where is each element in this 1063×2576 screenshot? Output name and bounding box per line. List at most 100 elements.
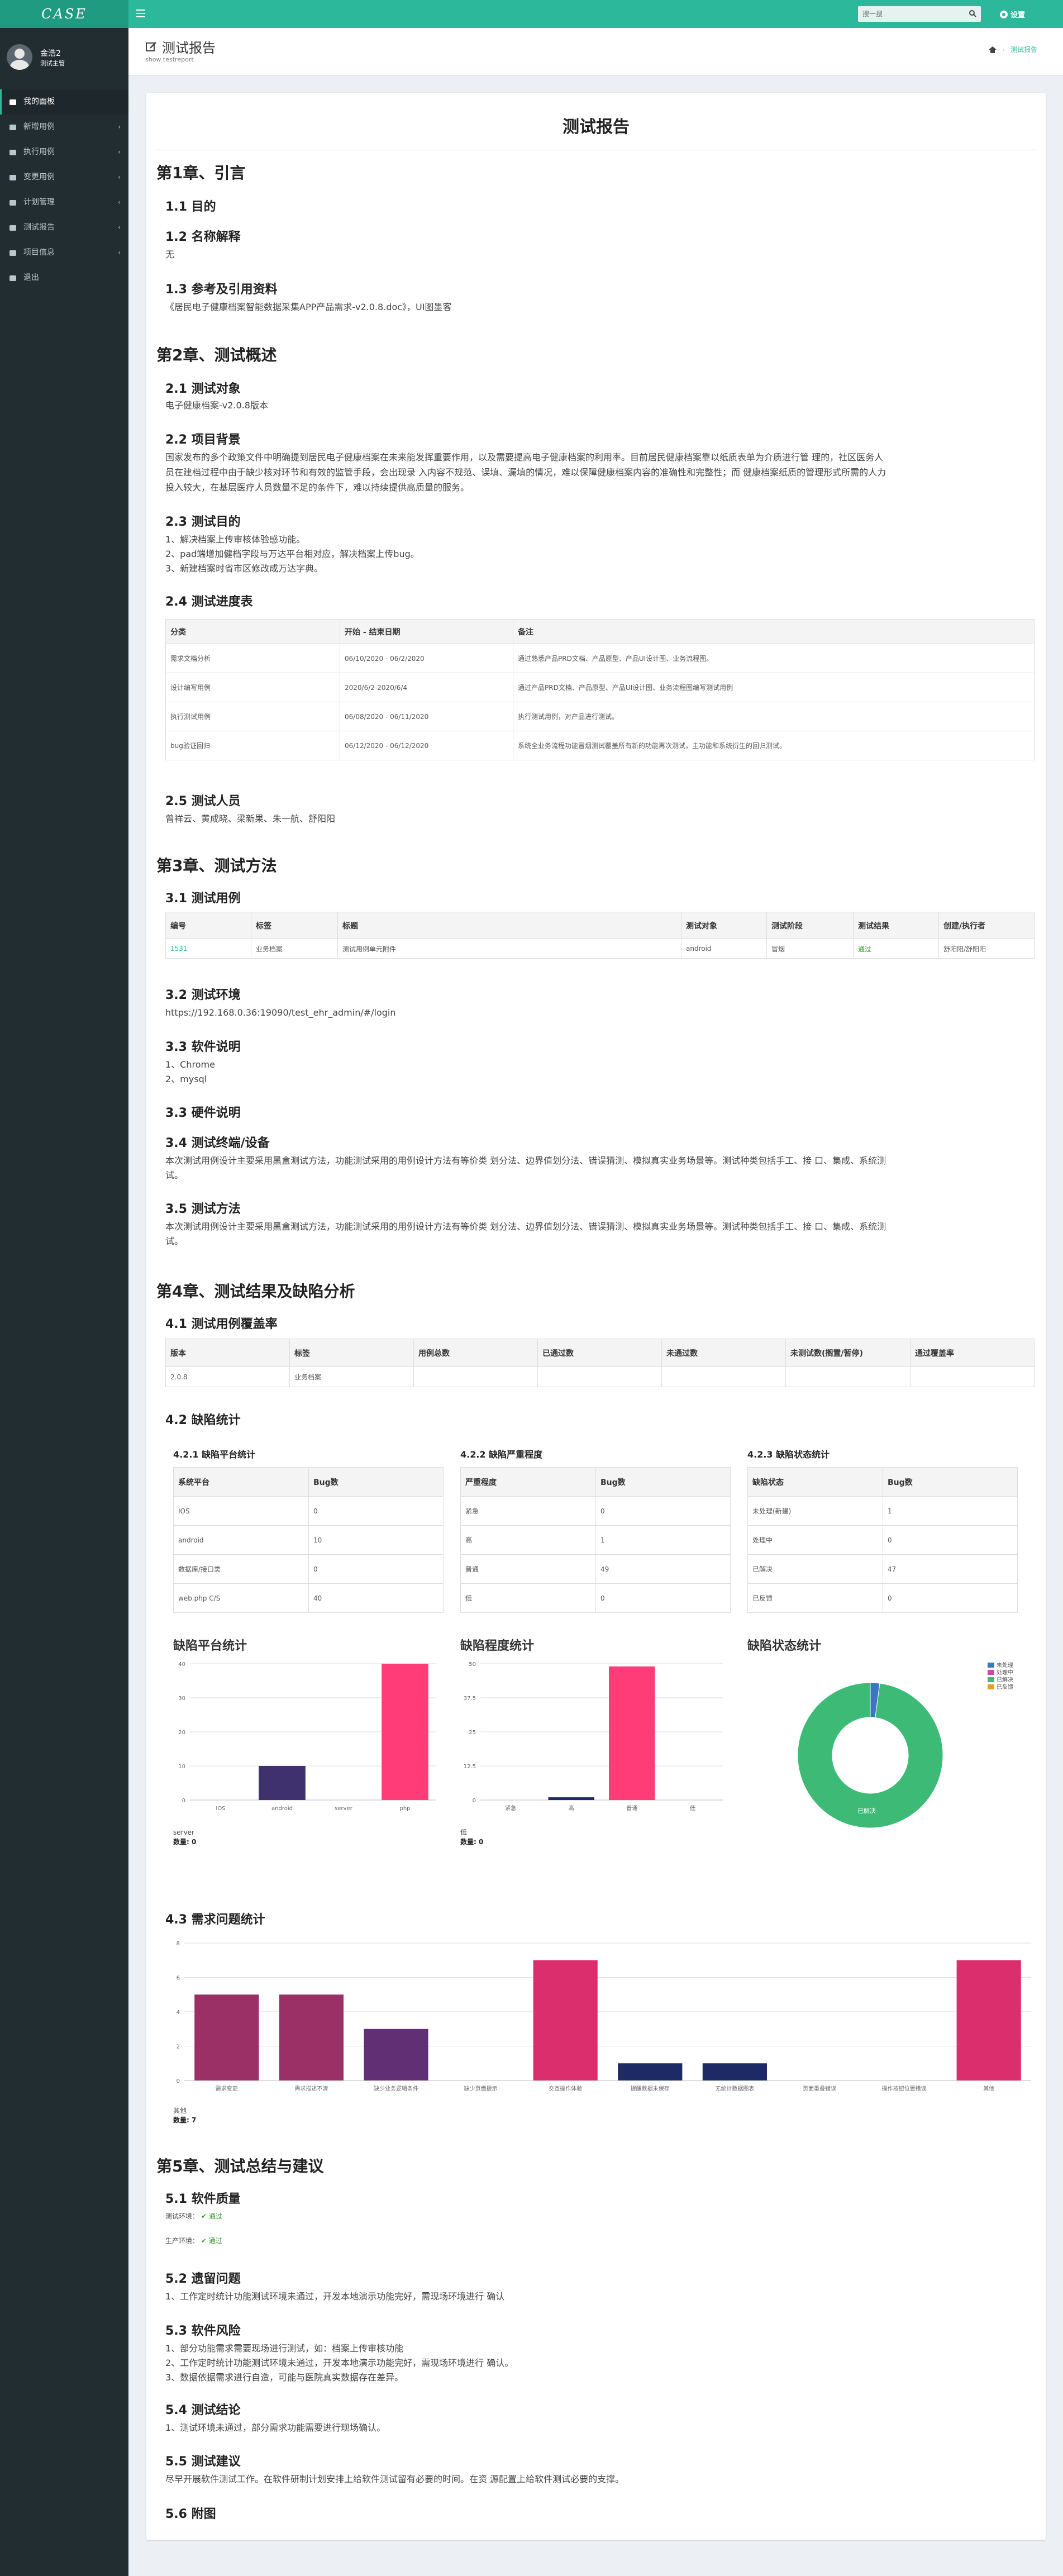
severity-bar-chart: 0 12.5 25 37.5 50 紧急 高 普通 低 — [464, 1661, 723, 1812]
table-header-row: 分类 开始 - 结束日期 备注 — [165, 619, 1035, 644]
chevron-left-icon: ‹ — [118, 123, 121, 131]
sidebar-item-7[interactable]: 退出 — [0, 265, 128, 291]
table-row: 数据库/接口类 0 — [173, 1554, 444, 1584]
page-title: 测试报告 — [145, 37, 216, 56]
env-status-test: 测试环境： ✔ 通过 — [165, 2212, 222, 2220]
chevron-left-icon: ‹ — [118, 223, 121, 231]
chapter-4-heading: 第4章、测试结果及缺陷分析 — [156, 1282, 355, 1301]
platform-stats-title: 4.2.1 缺陷平台统计 — [173, 1449, 256, 1460]
legend-swatch — [988, 1677, 994, 1682]
section-3-2-heading: 3.2 测试环境 — [165, 988, 241, 1002]
report-panel: 测试报告 第1章、引言 1.1 目的 1.2 名称解释 无 1.3 参考及引用资… — [146, 93, 1046, 2540]
sidebar-item-label: 项目信息 — [23, 248, 55, 257]
sidebar-item-4[interactable]: 计划管理 ‹ — [0, 190, 128, 215]
search-input[interactable] — [862, 8, 963, 20]
section-5-5-heading: 5.5 测试建议 — [165, 2455, 241, 2469]
sidebar-item-label: 新增用例 — [23, 122, 55, 131]
sidebar-item-6[interactable]: 项目信息 ‹ — [0, 240, 128, 265]
severity-stats-title: 4.2.2 缺陷严重程度 — [460, 1449, 543, 1460]
table-row: android 10 — [173, 1525, 444, 1555]
y-tick-label: 10 — [178, 1764, 185, 1770]
edit-icon — [9, 174, 16, 180]
legend-swatch — [988, 1684, 994, 1689]
sidebar-item-2[interactable]: 执行用例 ‹ — [0, 140, 128, 165]
search-icon[interactable] — [969, 9, 976, 17]
x-tick-label: 低 — [690, 1804, 695, 1812]
y-tick-label: 40 — [178, 1661, 185, 1668]
sidebar-item-3[interactable]: 变更用例 ‹ — [0, 165, 128, 190]
bar-提醒数据未保存 — [618, 2063, 683, 2080]
sidebar-toggle-icon[interactable] — [136, 9, 145, 17]
content-header: 测试报告 show testreport › 测试报告 — [128, 28, 1063, 75]
sidebar-item-1[interactable]: 新增用例 ‹ — [0, 115, 128, 140]
section-3-5-line: 本次测试用例设计主要采用黑盒测试方法，功能测试采用的用例设计方法有等价类 划分法… — [165, 1221, 886, 1232]
bar-无统计数据图表 — [702, 2063, 768, 2080]
requirement-bar-chart: 0 2 4 6 8 需求变更 需求描述不清 缺少业务逻辑条件 缺少页面提示 交互操作体验 提醒数据未… — [177, 1941, 1031, 2092]
section-2-3-heading: 2.3 测试目的 — [165, 515, 241, 529]
section-4-3-heading: 4.3 需求问题统计 — [165, 1913, 265, 1927]
sidebar-item-label: 退出 — [23, 273, 39, 282]
sidebar-item-5[interactable]: 测试报告 ‹ — [0, 215, 128, 240]
top-navbar: CASE 设置 — [0, 0, 1063, 28]
status-stats-table: 缺陷状态 Bug数 未处理(新建) 1 处理中 0 已解决 47 已反馈 0 — [747, 1467, 1018, 1613]
x-tick-label: 页面重叠错误 — [803, 2085, 836, 2092]
table-header-row: 版本 标签 用例总数 已通过数 未通过数 未测试数(搁置/暂停) 通过覆盖率 — [165, 1339, 1035, 1367]
section-3-4-line: 试。 — [165, 1170, 184, 1180]
slice-label: 已解决 — [857, 1807, 876, 1815]
home-icon[interactable] — [989, 46, 997, 53]
risk-line: 3、数据依据需求进行自造，可能与医院真实数据存在差异。 — [165, 2372, 404, 2383]
table-row: 设计编写用例 2020/6/2-2020/6/4 通过产品PRD文档、产品原型、产品… — [165, 673, 1035, 702]
bar-交互操作体验 — [533, 1960, 598, 2080]
section-1-3-text: 《居民电子健康档案智能数据采集APP产品需求-v2.0.8.doc》，UI图墨客 — [165, 302, 452, 312]
x-tick-label: android — [271, 1806, 293, 1812]
section-3-5-line: 试。 — [165, 1236, 184, 1246]
section-4-1-heading: 4.1 测试用例覆盖率 — [165, 1317, 278, 1331]
edit-icon — [9, 149, 16, 155]
user-role: 测试主管 — [40, 60, 65, 67]
bar-需求变更 — [194, 1994, 259, 2080]
legend-label: 处理中 — [997, 1669, 1013, 1676]
y-tick-label: 0 — [473, 1798, 476, 1804]
chart-tooltip: server 数量: 0 — [173, 1829, 197, 1846]
breadcrumb-current[interactable]: 测试报告 — [1010, 45, 1037, 54]
bar-android — [259, 1766, 306, 1800]
x-tick-label: 缺少业务逻辑条件 — [374, 2085, 418, 2092]
status-stats-title: 4.2.3 缺陷状态统计 — [747, 1449, 830, 1460]
section-5-2-text: 1、工作定时统计功能测试环境未通过，开发本地演示功能完好，需现场环境进行 确认 — [165, 2291, 505, 2302]
section-2-2-line: 国家发布的多个政策文件中明确提到居民电子健康档案在未来能发挥重要作用，以及需要提… — [165, 452, 884, 463]
table-row: 已解决 47 — [747, 1554, 1018, 1584]
y-tick-label: 30 — [178, 1696, 185, 1702]
y-tick-label: 20 — [178, 1730, 185, 1736]
legend-label: 已反馈 — [997, 1683, 1013, 1691]
app-logo[interactable]: CASE — [0, 0, 128, 28]
y-tick-label: 4 — [177, 2010, 180, 2016]
table-row: 需求文档分析 06/10/2020 - 06/2/2020 通过熟悉产品PRD文档、… — [165, 644, 1035, 673]
sidebar-menu: 我的面板 新增用例 ‹ 执行用例 ‹ 变更用例 ‹ 计划管理 ‹ 测试报告 ‹ 项目信息 ‹ 退出 — [0, 89, 128, 291]
table-row: 紧急 0 — [460, 1496, 731, 1526]
bar-需求描述不清 — [279, 1994, 344, 2080]
table-row: 执行测试用例 06/08/2020 - 06/11/2020 执行测试用例，对产品进… — [165, 702, 1035, 731]
x-tick-label: 普通 — [626, 1804, 637, 1812]
page-title-text: 测试报告 — [162, 40, 216, 56]
sidebar-item-label: 变更用例 — [23, 173, 55, 182]
legend-swatch — [988, 1663, 994, 1668]
section-3-1-heading: 3.1 测试用例 — [165, 892, 241, 906]
y-tick-label: 12.5 — [464, 1764, 476, 1770]
sidebar-item-label: 执行用例 — [23, 147, 55, 156]
section-2-3-line: 3、新建档案时省市区修改成万达字典。 — [165, 563, 323, 574]
settings-button[interactable]: 设置 — [1000, 9, 1025, 20]
legend-label: 未处理 — [997, 1662, 1013, 1669]
test-case-table: 编号 标签 标题 测试对象 测试阶段 测试结果 创建/执行者 1531 业务档案… — [165, 912, 1035, 959]
sidebar-item-0[interactable]: 我的面板 — [0, 89, 128, 115]
section-2-1-text: 电子健康档案-v2.0.8版本 — [165, 400, 268, 411]
table-header: 备注 — [513, 619, 1035, 644]
section-3-4-line: 本次测试用例设计主要采用黑盒测试方法，功能测试采用的用例设计方法有等价类 划分法… — [165, 1155, 886, 1166]
y-tick-label: 6 — [177, 1975, 180, 1982]
y-tick-label: 0 — [182, 1798, 185, 1804]
x-tick-label: 提醒数据未保存 — [631, 2085, 670, 2092]
chevron-left-icon: ‹ — [118, 173, 121, 181]
page-subtitle: show testreport — [145, 56, 194, 63]
case-id-link[interactable]: 1531 — [165, 939, 251, 959]
chapter-1-heading: 第1章、引言 — [156, 164, 246, 182]
search-box — [858, 6, 981, 22]
